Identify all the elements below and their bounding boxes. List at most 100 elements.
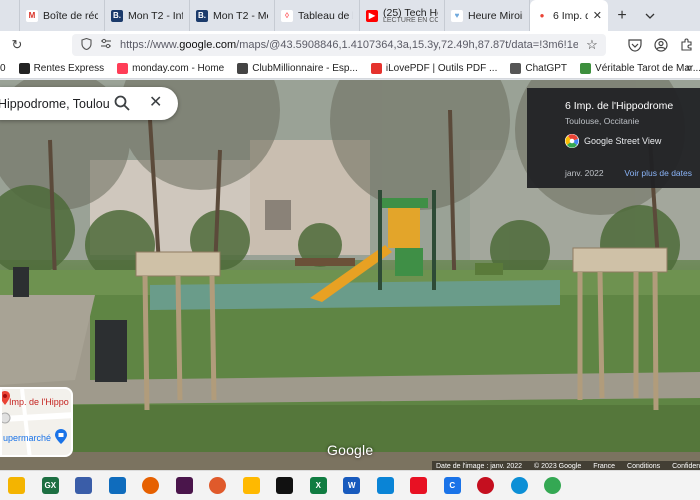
bookmark-label: Rentes Express <box>33 63 105 74</box>
close-icon[interactable]: ✕ <box>149 95 162 111</box>
youtube-icon: ▶ <box>366 9 378 22</box>
tab-7[interactable]: ● 6 Imp. de l'Hippodrome ✕ <box>530 0 608 31</box>
bookmarks-overflow-icon[interactable]: » <box>686 62 692 74</box>
account-icon[interactable] <box>648 34 674 56</box>
maps-search-box[interactable]: Hippodrome, Toulouse ✕ <box>0 87 178 120</box>
tab-2[interactable]: B. Mon T2 - Informations <box>105 0 190 31</box>
tab-label: Boîte de réception <box>43 9 98 22</box>
bookmark-item[interactable]: Rentes Express <box>18 63 105 74</box>
street-view-source: Google Street View <box>565 134 700 148</box>
store-icon <box>242 477 260 494</box>
taskbar-app[interactable] <box>168 471 202 500</box>
taskbar-app[interactable] <box>101 471 135 500</box>
mini-map[interactable]: Imp. de l'Hippo upermarché <box>0 387 73 457</box>
slack-icon <box>175 477 193 494</box>
store-pin-icon <box>55 429 67 447</box>
taskbar-app[interactable] <box>134 471 168 500</box>
url-text[interactable]: https://www.google.com/maps/@43.5908846,… <box>120 39 578 51</box>
street-view-panorama[interactable]: Hippodrome, Toulouse ✕ 6 Imp. de l'Hippo… <box>0 80 700 470</box>
mini-map-place-label: Imp. de l'Hippo <box>9 397 69 407</box>
taskbar-app[interactable]: X <box>302 471 336 500</box>
bookmark-label: Véritable Tarot de Mar... <box>595 63 700 74</box>
taskbar-app[interactable]: C <box>436 471 470 500</box>
attribution-item: Date de l'image : janv. 2022 <box>436 463 523 470</box>
tab-4[interactable]: ◊ Tableau de bord <box>275 0 360 31</box>
firefox-icon <box>142 477 160 494</box>
pocket-icon[interactable] <box>622 34 648 56</box>
taskbar-app[interactable]: GX <box>34 471 68 500</box>
shield-icon[interactable] <box>80 37 92 53</box>
edge-icon <box>510 477 528 494</box>
tab-3[interactable]: B. Mon T2 - Messages <box>190 0 275 31</box>
tab-label: Mon T2 - Messages <box>213 9 268 22</box>
taskbar-app[interactable] <box>469 471 503 500</box>
extensions-icon[interactable] <box>674 34 700 56</box>
reload-icon[interactable]: ↻ <box>4 34 30 56</box>
taskbar-app[interactable] <box>268 471 302 500</box>
taskbar-app[interactable] <box>201 471 235 500</box>
new-tab-button[interactable]: + <box>608 0 636 31</box>
attribution-item: France <box>593 463 616 470</box>
bookmark-item[interactable]: iLovePDF | Outils PDF ... <box>370 63 498 74</box>
bookmark-item[interactable]: Véritable Tarot de Mar... <box>580 63 700 74</box>
bookmark-label: iLovePDF | Outils PDF ... <box>385 63 498 74</box>
taskbar-app[interactable]: W <box>335 471 369 500</box>
chatgpt-icon <box>510 63 522 74</box>
pdf-icon <box>410 477 428 494</box>
place-city: Toulouse, Occitanie <box>565 116 640 126</box>
tab-label: 6 Imp. de l'Hippodrome <box>553 9 588 22</box>
excel-icon: X <box>309 477 327 494</box>
address-bar[interactable]: https://www.google.com/maps/@43.5908846,… <box>72 34 606 56</box>
navigation-bar: ↻ https://www.google.com/maps/@43.590884… <box>0 31 700 59</box>
tab-6[interactable]: ♥ Heure Miroir <box>445 0 530 31</box>
search-icon[interactable] <box>114 95 130 111</box>
excel-addin-icon: GX <box>41 477 59 494</box>
taskbar-app[interactable] <box>0 471 34 500</box>
browser-window: M Boîte de réception B. Mon T2 - Informatio… <box>0 0 700 500</box>
user-app-icon <box>75 477 93 494</box>
taskbar-app[interactable] <box>235 471 269 500</box>
attribution-item[interactable]: Conditions <box>627 463 660 470</box>
street-view-position-icon <box>2 411 11 428</box>
tab-partial[interactable] <box>0 0 20 31</box>
ilovepdf-icon <box>370 63 382 74</box>
bookmark-label: monday.com - Home <box>132 63 225 74</box>
gmail-icon: M <box>26 9 38 22</box>
attribution-bar: Date de l'image : janv. 2022 © 2023 Googl… <box>432 461 700 470</box>
more-dates-link[interactable]: Voir plus de dates <box>624 168 692 178</box>
bookmark-label: ChatGPT <box>525 63 568 74</box>
source-label: Google Street View <box>584 136 662 146</box>
taskbar-app[interactable] <box>369 471 403 500</box>
chrome-c-icon: C <box>443 477 461 494</box>
heart-icon: ♥ <box>451 9 463 22</box>
bookmark-label: 0 <box>0 63 6 74</box>
bookmark-star-icon[interactable]: ☆ <box>586 37 598 53</box>
tab-5[interactable]: ▶ (25) Tech HouseLECTURE EN COURS <box>360 0 445 31</box>
bookmark-item[interactable]: ClubMillionnaire - Esp... <box>237 63 358 74</box>
tablet-icon <box>376 477 394 494</box>
tab-list-chevron-icon[interactable] <box>636 0 664 31</box>
site-settings-icon[interactable] <box>100 38 112 52</box>
red-app-icon <box>477 477 495 494</box>
taskbar-app[interactable] <box>536 471 570 500</box>
street-view-info-card: 6 Imp. de l'Hippodrome Toulouse, Occitan… <box>527 88 700 188</box>
mini-map-store-label: upermarché <box>3 433 52 443</box>
mail-icon <box>108 477 126 494</box>
club-icon <box>237 63 249 74</box>
bookmark-item[interactable]: ChatGPT <box>510 63 567 74</box>
bookmark-item[interactable]: 0 <box>0 63 6 74</box>
tab-label: Heure Miroir <box>468 9 523 22</box>
bookmark-item[interactable]: monday.com - Home <box>117 63 224 74</box>
monday-icon <box>117 63 129 74</box>
tab-strip: M Boîte de réception B. Mon T2 - Informatio… <box>0 0 700 31</box>
taskbar-app[interactable] <box>67 471 101 500</box>
attribution-item[interactable]: Confidentialité <box>672 463 700 470</box>
search-query-text[interactable]: Hippodrome, Toulouse <box>0 97 110 111</box>
capture-date: janv. 2022 <box>565 168 604 178</box>
place-address[interactable]: 6 Imp. de l'Hippodrome <box>565 100 700 112</box>
taskbar-app[interactable] <box>402 471 436 500</box>
close-tab-icon[interactable]: ✕ <box>593 9 602 22</box>
taskbar-app[interactable] <box>503 471 537 500</box>
chatgpt-icon <box>276 477 294 494</box>
tab-1[interactable]: M Boîte de réception <box>20 0 105 31</box>
